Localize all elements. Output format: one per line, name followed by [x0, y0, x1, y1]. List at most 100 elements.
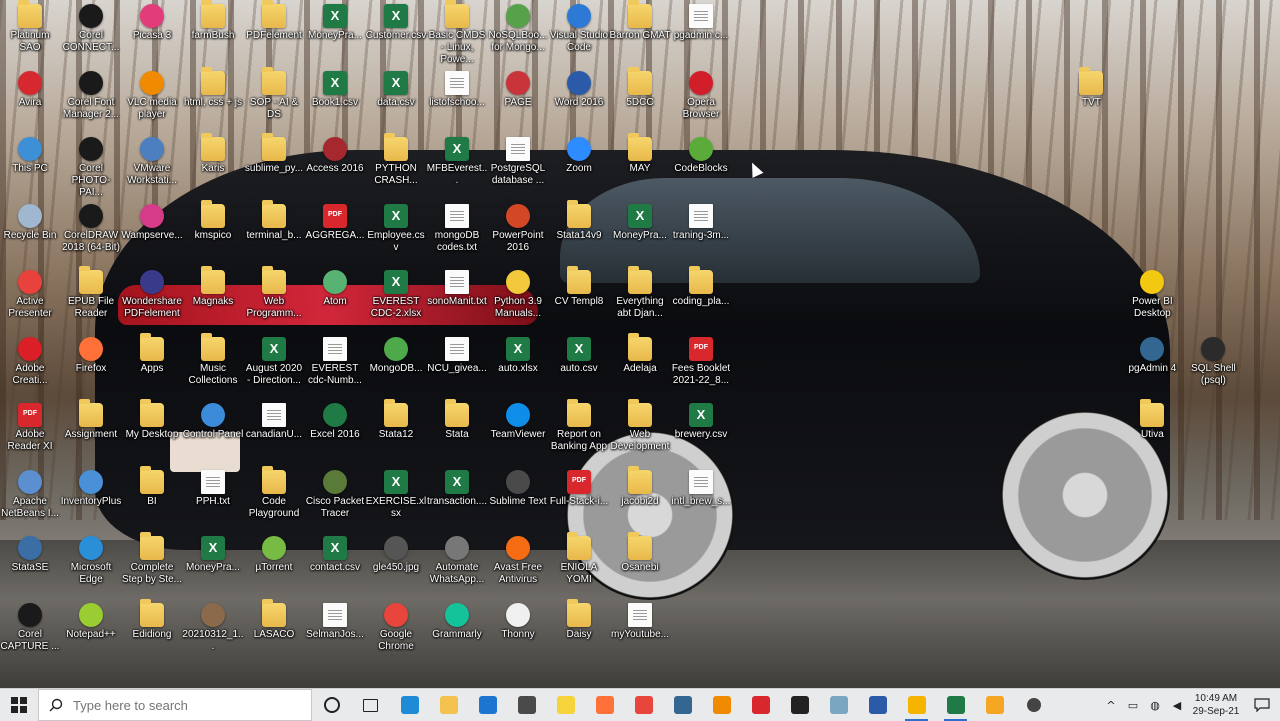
- taskbar-notepad-button[interactable]: [819, 689, 858, 721]
- desktop-icon[interactable]: Microsoft Edge: [60, 536, 122, 586]
- desktop-icon[interactable]: Book1.csv: [304, 70, 366, 109]
- desktop-icon[interactable]: Complete Step by Ste...: [121, 532, 183, 586]
- desktop-icon[interactable]: Sublime Text: [487, 469, 549, 508]
- desktop-icon[interactable]: canadianU...: [243, 403, 305, 441]
- desktop-icon[interactable]: pgadmin c...: [670, 4, 732, 42]
- desktop-icon[interactable]: Corel PHOTO-PAI...: [60, 137, 122, 199]
- desktop-icon[interactable]: Picasa 3: [121, 4, 183, 42]
- desktop-icon[interactable]: Cisco Packet Tracer: [304, 469, 366, 520]
- desktop-icon[interactable]: Stata12: [365, 399, 427, 441]
- desktop-icon[interactable]: pgAdmin 4: [1121, 336, 1183, 375]
- desktop-icon[interactable]: Stata14v9: [548, 199, 610, 242]
- desktop-icon[interactable]: Thonny: [487, 602, 549, 641]
- desktop-icon[interactable]: CodeBlocks: [670, 137, 732, 175]
- desktop-icon[interactable]: Stata: [426, 399, 488, 441]
- desktop-icon[interactable]: CV Templ8: [548, 266, 610, 308]
- desktop-icon[interactable]: Adobe Reader XI: [0, 403, 61, 453]
- desktop-icon[interactable]: Karis: [182, 133, 244, 175]
- desktop-icon[interactable]: Apache NetBeans I...: [0, 469, 61, 520]
- taskbar-acrobat-button[interactable]: [741, 689, 780, 721]
- taskbar-sticky-notes-button[interactable]: [546, 689, 585, 721]
- desktop-icon[interactable]: SelmanJos...: [304, 602, 366, 641]
- desktop-icon[interactable]: transaction....: [426, 469, 488, 508]
- desktop-icon[interactable]: Platinum SAO: [0, 0, 61, 54]
- desktop-icon[interactable]: PostgreSQL database ...: [487, 137, 549, 187]
- desktop-icon[interactable]: MoneyPra...: [609, 203, 671, 242]
- desktop-icon[interactable]: brewery.csv: [670, 403, 732, 441]
- desktop-icon[interactable]: PPH.txt: [182, 469, 244, 508]
- desktop-icon[interactable]: This PC: [0, 137, 61, 175]
- desktop-icon[interactable]: EVEREST cdc-Numb...: [304, 336, 366, 387]
- desktop-icon[interactable]: Everything abt Djan...: [609, 266, 671, 320]
- desktop-icon[interactable]: CorelDRAW 2018 (64-Bit): [60, 203, 122, 254]
- desktop-icon[interactable]: listofschoo...: [426, 70, 488, 109]
- desktop-icon[interactable]: Avast Free Antivirus: [487, 536, 549, 586]
- desktop-icon[interactable]: AGGREGA...: [304, 203, 366, 242]
- desktop-icon[interactable]: data.csv: [365, 70, 427, 109]
- desktop-icon[interactable]: Web Programm...: [243, 266, 305, 320]
- desktop-icon[interactable]: farmBush: [182, 0, 244, 42]
- start-button[interactable]: [0, 689, 38, 721]
- desktop-icon[interactable]: Wondershare PDFelement: [121, 270, 183, 320]
- desktop[interactable]: Platinum SAO Corel CONNECT... Picasa 3 farm…: [0, 0, 1280, 688]
- desktop-icon[interactable]: EXERCISE.xlsx: [365, 469, 427, 520]
- desktop-icon[interactable]: Adobe Creati...: [0, 336, 61, 387]
- desktop-icon[interactable]: Google Chrome: [365, 602, 427, 653]
- desktop-icon[interactable]: Osanebi: [609, 532, 671, 574]
- desktop-icon[interactable]: August 2020 - Direction...: [243, 336, 305, 387]
- taskbar-file-explorer-button[interactable]: [429, 689, 468, 721]
- desktop-icon[interactable]: ENIOLA YOMI: [548, 532, 610, 586]
- desktop-icon[interactable]: Word 2016: [548, 70, 610, 109]
- desktop-icon[interactable]: Atom: [304, 270, 366, 308]
- taskbar-word-button[interactable]: [858, 689, 897, 721]
- network-icon[interactable]: ▭: [1124, 696, 1142, 714]
- desktop-icon[interactable]: Employee.csv: [365, 203, 427, 254]
- desktop-icon[interactable]: Corel Font Manager 2...: [60, 70, 122, 121]
- desktop-icon[interactable]: mongoDB codes.txt: [426, 203, 488, 254]
- taskbar-task-view-button[interactable]: [351, 689, 390, 721]
- taskbar-firefox-button[interactable]: [585, 689, 624, 721]
- desktop-icon[interactable]: Report on Banking App: [548, 399, 610, 453]
- desktop-icon[interactable]: µTorrent: [243, 536, 305, 574]
- desktop-icon[interactable]: Visual Studio Code: [548, 4, 610, 54]
- desktop-icon[interactable]: Opera Browser: [670, 70, 732, 121]
- desktop-icon[interactable]: 20210312_1...: [182, 602, 244, 653]
- desktop-icon[interactable]: Python 3.9 Manuals...: [487, 270, 549, 320]
- taskbar-recorder-button[interactable]: [897, 689, 936, 721]
- desktop-icon[interactable]: myYoutube...: [609, 602, 671, 641]
- clock[interactable]: 10:49 AM 29-Sep-21: [1188, 692, 1244, 718]
- desktop-icon[interactable]: 5DCC: [609, 66, 671, 109]
- desktop-icon[interactable]: auto.xlsx: [487, 336, 549, 375]
- desktop-icon[interactable]: TeamViewer: [487, 403, 549, 441]
- desktop-icon[interactable]: Basic CMDS - Linux, Powe...: [426, 0, 488, 66]
- desktop-icon[interactable]: Edidiong: [121, 598, 183, 641]
- taskbar-cortana-button[interactable]: [312, 689, 351, 721]
- desktop-icon[interactable]: contact.csv: [304, 536, 366, 574]
- desktop-icon[interactable]: VMware Workstati...: [121, 137, 183, 187]
- desktop-icon[interactable]: Corel CONNECT...: [60, 4, 122, 54]
- desktop-icon[interactable]: auto.csv: [548, 336, 610, 375]
- desktop-icon[interactable]: Corel CAPTURE ...: [0, 602, 61, 653]
- desktop-icon[interactable]: Recycle Bin: [0, 203, 61, 242]
- desktop-icon[interactable]: Active Presenter: [0, 270, 61, 320]
- search-input[interactable]: [71, 696, 305, 714]
- desktop-icon[interactable]: kmspico: [182, 199, 244, 242]
- desktop-icon[interactable]: Web Development: [609, 399, 671, 453]
- taskbar-vlc-button[interactable]: [702, 689, 741, 721]
- desktop-icon[interactable]: Apps: [121, 332, 183, 375]
- taskbar-pgadmin-button[interactable]: [663, 689, 702, 721]
- notification-center-button[interactable]: [1244, 689, 1280, 721]
- desktop-icon[interactable]: sublime_py...: [243, 133, 305, 175]
- desktop-icon[interactable]: Code Playground: [243, 465, 305, 520]
- desktop-icon[interactable]: PAGE: [487, 70, 549, 109]
- globe-icon[interactable]: ◍: [1146, 696, 1164, 714]
- taskbar-store-button[interactable]: [507, 689, 546, 721]
- desktop-icon[interactable]: My Desktop: [121, 399, 183, 441]
- desktop-icon[interactable]: coding_pla...: [670, 266, 732, 308]
- desktop-icon[interactable]: PDFelement: [243, 0, 305, 42]
- desktop-icon[interactable]: Notepad++: [60, 602, 122, 641]
- desktop-icon[interactable]: SQL Shell (psql): [1182, 336, 1244, 387]
- desktop-icon[interactable]: Utiva: [1121, 399, 1183, 441]
- desktop-icon[interactable]: Customer.csv: [365, 4, 427, 42]
- desktop-icon[interactable]: MoneyPra...: [182, 536, 244, 574]
